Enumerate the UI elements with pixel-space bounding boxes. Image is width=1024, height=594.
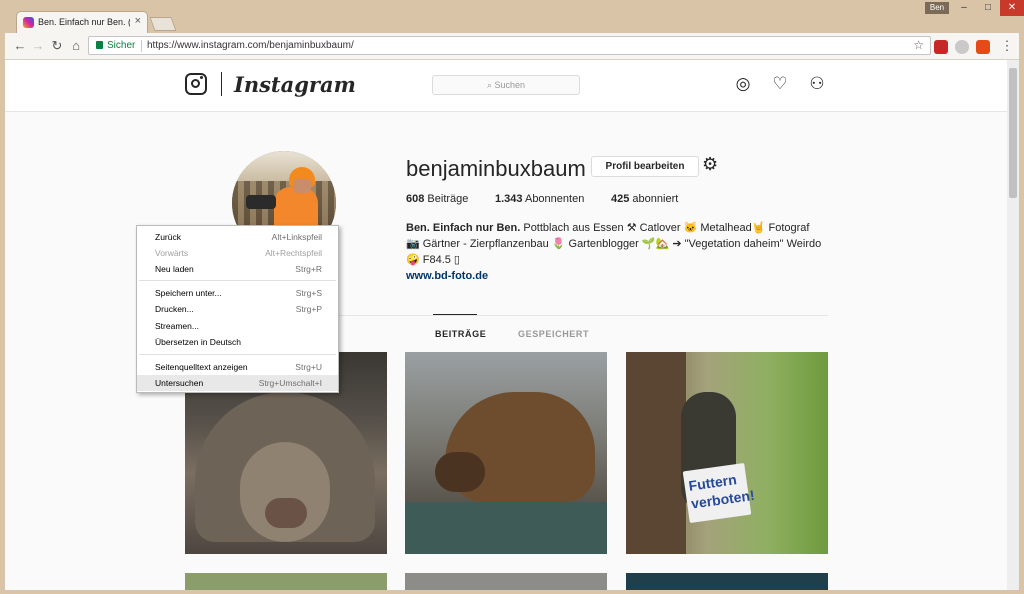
post-thumbnail-nutria[interactable] bbox=[405, 352, 607, 554]
url-text[interactable]: https://www.instagram.com/benjaminbuxbau… bbox=[147, 40, 354, 51]
stat-following[interactable]: 425 abonniert bbox=[611, 193, 678, 205]
address-bar[interactable]: Sicher https://www.instagram.com/benjami… bbox=[88, 36, 931, 55]
post-thumbnail[interactable] bbox=[405, 573, 607, 590]
bookmark-star-icon[interactable]: ☆ bbox=[913, 38, 924, 52]
context-menu: Zurück Alt+Linkspfeil Vorwärts Alt+Rechtsp… bbox=[136, 225, 339, 393]
reload-icon[interactable]: ↻ bbox=[48, 37, 66, 55]
search-icon: ⌕ bbox=[486, 80, 495, 90]
sign-text: Futtern verboten! bbox=[687, 471, 756, 512]
explore-compass-icon[interactable]: ◎ bbox=[734, 75, 752, 93]
tab-title: Ben. Einfach nur Ben. (@ bbox=[38, 17, 130, 27]
new-tab-button[interactable] bbox=[149, 17, 177, 31]
menu-item-reload[interactable]: Neu laden Strg+R bbox=[137, 261, 338, 277]
profile-bio: Ben. Einfach nur Ben. Pottblach aus Esse… bbox=[406, 220, 826, 284]
menu-separator bbox=[139, 280, 336, 281]
menu-separator bbox=[139, 354, 336, 355]
home-icon[interactable]: ⌂ bbox=[67, 37, 85, 55]
active-tab-indicator bbox=[433, 314, 477, 315]
search-placeholder: Suchen bbox=[494, 80, 526, 90]
tab-saved[interactable]: GESPEICHERT bbox=[518, 329, 589, 339]
bio-name: Ben. Einfach nur Ben. bbox=[406, 222, 521, 234]
search-input[interactable]: ⌕ Suchen bbox=[432, 75, 580, 95]
post-thumbnail-otter[interactable]: Futtern verboten! bbox=[626, 352, 828, 554]
browser-tab[interactable]: Ben. Einfach nur Ben. (@ × bbox=[16, 11, 148, 33]
extension-cloud-icon[interactable] bbox=[955, 40, 969, 54]
back-arrow-icon[interactable]: ← bbox=[11, 37, 29, 55]
secure-label: Sicher bbox=[107, 40, 136, 51]
sign-image: Futtern verboten! bbox=[682, 462, 756, 524]
post-thumbnail[interactable] bbox=[626, 573, 828, 590]
edit-profile-button[interactable]: Profil bearbeiten bbox=[591, 156, 699, 177]
bio-website-link[interactable]: www.bd-foto.de bbox=[406, 268, 826, 284]
minimize-button[interactable]: – bbox=[952, 0, 976, 16]
extension-red-icon[interactable] bbox=[934, 40, 948, 54]
camera-dot-icon bbox=[200, 76, 203, 79]
lock-icon bbox=[96, 41, 103, 49]
tab-bar: Ben. Einfach nur Ben. (@ × Ben – □ ✕ bbox=[0, 0, 1024, 33]
menu-item-view-source[interactable]: Seitenquelltext anzeigen Strg+U bbox=[137, 359, 338, 375]
instagram-favicon-icon bbox=[23, 17, 34, 28]
maximize-button[interactable]: □ bbox=[976, 0, 1000, 16]
profile-badge[interactable]: Ben bbox=[925, 2, 949, 14]
forward-arrow-icon[interactable]: → bbox=[29, 37, 47, 55]
menu-dots-icon[interactable]: ⋮ bbox=[998, 37, 1016, 55]
menu-item-back[interactable]: Zurück Alt+Linkspfeil bbox=[137, 229, 338, 245]
menu-item-save-as[interactable]: Speichern unter... Strg+S bbox=[137, 285, 338, 301]
profile-person-icon[interactable]: ⚇ bbox=[808, 75, 826, 93]
stat-followers[interactable]: 1.343 Abonnenten bbox=[495, 193, 584, 205]
activity-heart-icon[interactable]: ♡ bbox=[771, 75, 789, 93]
instagram-header: Instagram ⌕ Suchen ◎ ♡ ⚇ bbox=[5, 60, 1007, 112]
scrollbar[interactable] bbox=[1007, 60, 1019, 590]
scrollbar-thumb[interactable] bbox=[1009, 68, 1017, 198]
browser-window: Ben. Einfach nur Ben. (@ × Ben – □ ✕ ← →… bbox=[0, 0, 1024, 594]
menu-item-print[interactable]: Drucken... Strg+P bbox=[137, 301, 338, 317]
tab-close-icon[interactable]: × bbox=[135, 15, 141, 27]
menu-item-cast[interactable]: Streamen... bbox=[137, 318, 338, 334]
browser-toolbar: ← → ↻ ⌂ Sicher https://www.instagram.com… bbox=[5, 33, 1019, 60]
stat-posts[interactable]: 608 Beiträge bbox=[406, 193, 468, 205]
instagram-camera-icon[interactable] bbox=[185, 73, 207, 95]
tab-posts[interactable]: BEITRÄGE bbox=[435, 329, 486, 339]
office-icon[interactable] bbox=[976, 40, 990, 54]
logo-divider bbox=[221, 72, 222, 96]
menu-item-translate[interactable]: Übersetzen in Deutsch bbox=[137, 334, 338, 350]
instagram-wordmark[interactable]: Instagram bbox=[234, 72, 356, 97]
window-close-button[interactable]: ✕ bbox=[1000, 0, 1024, 16]
profile-username: benjaminbuxbaum bbox=[406, 156, 586, 181]
menu-item-forward: Vorwärts Alt+Rechtspfeil bbox=[155, 248, 322, 258]
gear-icon[interactable]: ⚙ bbox=[702, 154, 718, 175]
menu-item-inspect[interactable]: Untersuchen Strg+Umschalt+I bbox=[137, 375, 338, 391]
omnibox-divider bbox=[141, 40, 142, 52]
post-thumbnail[interactable] bbox=[185, 573, 387, 590]
